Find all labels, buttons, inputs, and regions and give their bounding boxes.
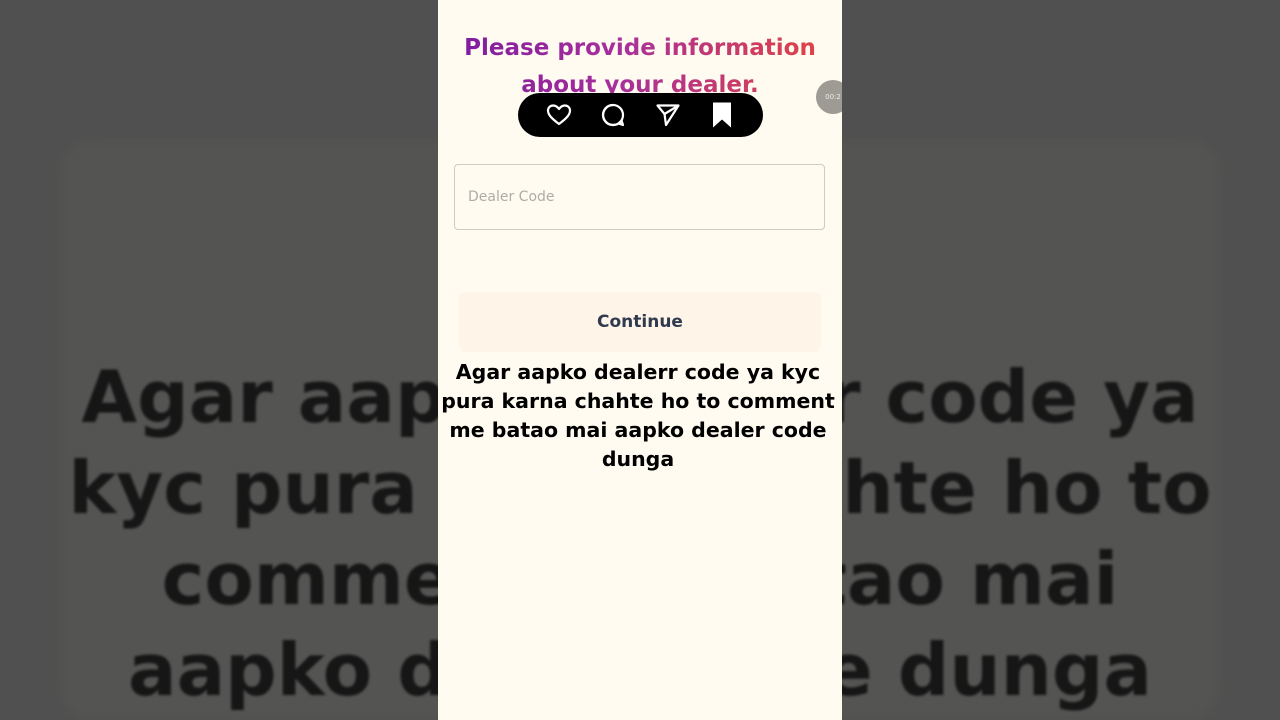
heart-icon[interactable] [545,101,573,129]
video-caption: Agar aapko dealerr code ya kyc pura karn… [441,360,835,471]
send-icon[interactable] [654,101,682,129]
continue-button[interactable]: Continue [459,292,821,352]
recording-timer-badge[interactable]: 00:2 [816,80,842,114]
dealer-code-input[interactable] [454,164,825,230]
bookmark-icon[interactable] [708,101,736,129]
action-bar [518,93,763,137]
comment-icon[interactable] [599,101,627,129]
phone-screen: Please provide information about your de… [438,0,842,720]
